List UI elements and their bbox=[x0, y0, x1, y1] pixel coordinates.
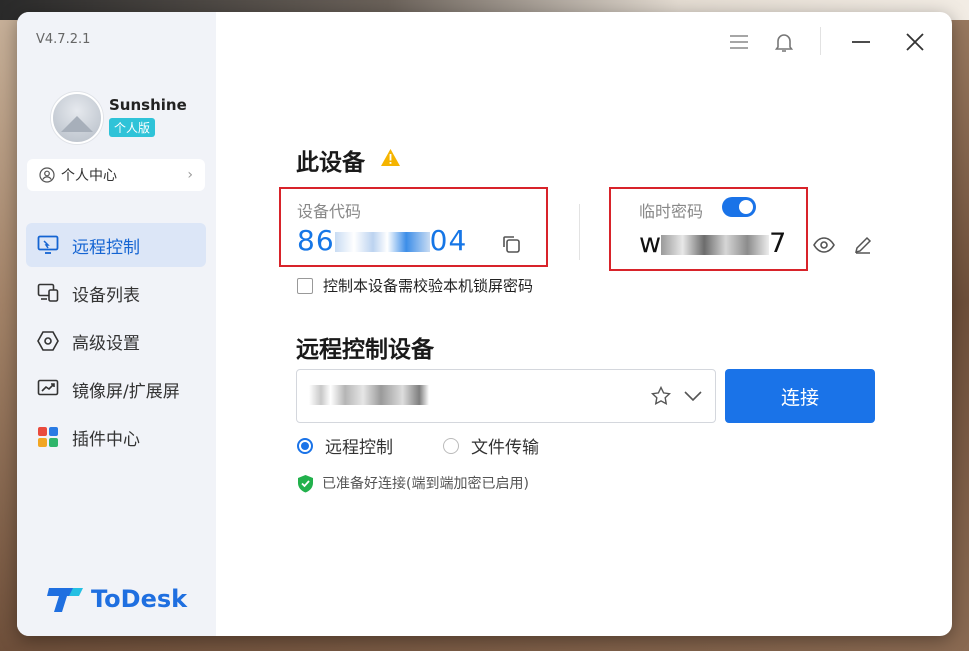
lock-screen-checkbox-label: 控制本设备需校验本机锁屏密码 bbox=[323, 277, 534, 295]
sidebar-item-plugin-center[interactable]: 插件中心 bbox=[26, 415, 206, 459]
temp-password-suffix: 7 bbox=[769, 228, 787, 259]
remote-device-input[interactable] bbox=[296, 369, 716, 423]
remote-monitor-icon bbox=[36, 233, 60, 257]
mode-remote-control-radio[interactable] bbox=[297, 437, 313, 454]
shield-check-icon bbox=[298, 474, 313, 492]
mode-label: 文件传输 bbox=[471, 438, 539, 458]
redacted-mask bbox=[661, 234, 770, 255]
mode-remote-control[interactable]: 远程控制 bbox=[297, 433, 393, 458]
temp-password-prefix: w bbox=[639, 228, 662, 259]
mode-file-transfer[interactable]: 文件传输 bbox=[443, 433, 539, 458]
copy-icon[interactable] bbox=[501, 234, 521, 254]
temp-password-label: 临时密码 bbox=[639, 202, 704, 221]
user-circle-icon bbox=[39, 167, 55, 183]
device-code-label: 设备代码 bbox=[297, 202, 362, 221]
sidebar-item-advanced-settings[interactable]: 高级设置 bbox=[26, 319, 206, 363]
sidebar-item-label: 插件中心 bbox=[72, 429, 140, 450]
mirror-screen-icon bbox=[36, 377, 60, 401]
chevron-down-icon[interactable] bbox=[683, 390, 703, 402]
user-center-label: 个人中心 bbox=[61, 168, 117, 184]
mode-label: 远程控制 bbox=[325, 438, 393, 458]
device-code-suffix: 04 bbox=[429, 224, 468, 257]
connect-button[interactable]: 连接 bbox=[725, 369, 875, 423]
sidebar: V4.7.2.1 Sunshine 个人版 个人中心 › 远程控制 设备列表 高… bbox=[17, 12, 216, 636]
menu-icon[interactable] bbox=[728, 31, 750, 53]
eye-icon[interactable] bbox=[813, 235, 835, 255]
hexagon-settings-icon bbox=[36, 329, 60, 353]
lock-screen-checkbox-row[interactable]: 控制本设备需校验本机锁屏密码 bbox=[297, 275, 533, 296]
connection-status: 已准备好连接(端到端加密已启用) bbox=[297, 473, 529, 493]
remote-device-title: 远程控制设备 bbox=[296, 337, 434, 363]
topbar-divider bbox=[820, 27, 821, 55]
sidebar-nav: 远程控制 设备列表 高级设置 镜像屏/扩展屏 插件中心 bbox=[26, 223, 206, 463]
minimize-icon[interactable] bbox=[850, 31, 872, 53]
edit-pencil-icon[interactable] bbox=[853, 235, 873, 255]
device-code-prefix: 86 bbox=[297, 224, 335, 257]
device-code-value[interactable]: 86 04 bbox=[297, 224, 467, 257]
bell-icon[interactable] bbox=[773, 31, 795, 53]
plan-badge: 个人版 bbox=[109, 118, 156, 137]
redacted-mask bbox=[309, 385, 429, 405]
redacted-mask bbox=[334, 232, 430, 252]
chevron-right-icon: › bbox=[187, 167, 193, 183]
vertical-divider bbox=[579, 204, 580, 260]
sidebar-item-label: 高级设置 bbox=[72, 333, 140, 354]
sidebar-item-label: 远程控制 bbox=[72, 237, 140, 258]
temp-password-value: w7 bbox=[639, 228, 786, 259]
version-label: V4.7.2.1 bbox=[36, 32, 91, 47]
sidebar-item-label: 镜像屏/扩展屏 bbox=[72, 381, 180, 402]
avatar[interactable] bbox=[51, 92, 103, 144]
plugin-grid-icon bbox=[36, 425, 60, 449]
lock-screen-checkbox[interactable] bbox=[297, 277, 313, 294]
sidebar-item-label: 设备列表 bbox=[72, 285, 140, 306]
warning-icon[interactable] bbox=[380, 148, 401, 167]
connection-status-text: 已准备好连接(端到端加密已启用) bbox=[322, 476, 529, 492]
temp-password-toggle[interactable] bbox=[722, 197, 756, 217]
brand-name: ToDesk bbox=[91, 585, 188, 613]
user-center-button[interactable]: 个人中心 › bbox=[27, 159, 205, 191]
this-device-title: 此设备 bbox=[296, 150, 365, 176]
todesk-logo: ToDesk bbox=[47, 584, 187, 614]
username: Sunshine bbox=[109, 96, 187, 114]
star-icon[interactable] bbox=[651, 386, 671, 406]
todesk-window: V4.7.2.1 Sunshine 个人版 个人中心 › 远程控制 设备列表 高… bbox=[17, 12, 952, 636]
sidebar-item-remote-control[interactable]: 远程控制 bbox=[26, 223, 206, 267]
close-icon[interactable] bbox=[904, 31, 926, 53]
sidebar-item-mirror-screen[interactable]: 镜像屏/扩展屏 bbox=[26, 367, 206, 411]
avatar-image bbox=[61, 116, 93, 132]
mode-file-transfer-radio[interactable] bbox=[443, 437, 459, 454]
sidebar-item-device-list[interactable]: 设备列表 bbox=[26, 271, 206, 315]
device-list-icon bbox=[36, 281, 60, 305]
toggle-knob bbox=[739, 200, 753, 214]
todesk-logo-icon bbox=[47, 588, 83, 612]
